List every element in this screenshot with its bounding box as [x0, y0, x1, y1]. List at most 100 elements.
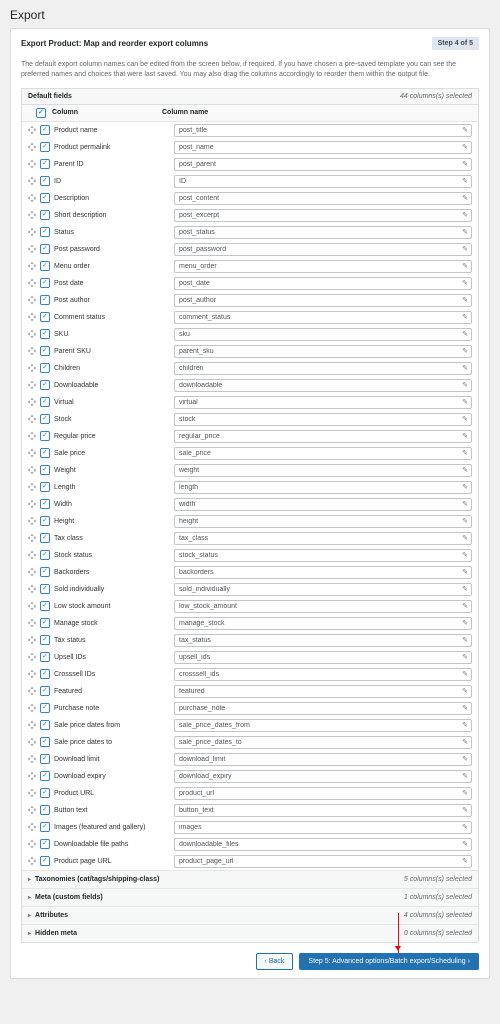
edit-icon[interactable]: ✎ [462, 857, 468, 865]
row-checkbox[interactable] [40, 788, 50, 798]
next-step-button[interactable]: Step 5: Advanced options/Batch export/Sc… [299, 953, 479, 970]
edit-icon[interactable]: ✎ [462, 483, 468, 491]
row-checkbox[interactable] [40, 703, 50, 713]
edit-icon[interactable]: ✎ [462, 228, 468, 236]
edit-icon[interactable]: ✎ [462, 500, 468, 508]
edit-icon[interactable]: ✎ [462, 381, 468, 389]
column-name-input[interactable] [174, 243, 472, 256]
row-checkbox[interactable] [40, 686, 50, 696]
drag-handle-icon[interactable] [28, 585, 36, 593]
edit-icon[interactable]: ✎ [462, 517, 468, 525]
row-checkbox[interactable] [40, 363, 50, 373]
edit-icon[interactable]: ✎ [462, 245, 468, 253]
row-checkbox[interactable] [40, 584, 50, 594]
drag-handle-icon[interactable] [28, 449, 36, 457]
edit-icon[interactable]: ✎ [462, 789, 468, 797]
drag-handle-icon[interactable] [28, 381, 36, 389]
edit-icon[interactable]: ✎ [462, 398, 468, 406]
drag-handle-icon[interactable] [28, 466, 36, 474]
drag-handle-icon[interactable] [28, 551, 36, 559]
drag-handle-icon[interactable] [28, 415, 36, 423]
drag-handle-icon[interactable] [28, 279, 36, 287]
column-name-input[interactable] [174, 668, 472, 681]
accordion-section[interactable]: ▸Meta (custom fields)1 columns(s) select… [22, 888, 478, 906]
row-checkbox[interactable] [40, 465, 50, 475]
edit-icon[interactable]: ✎ [462, 636, 468, 644]
column-name-input[interactable] [174, 736, 472, 749]
column-name-input[interactable] [174, 430, 472, 443]
drag-handle-icon[interactable] [28, 432, 36, 440]
column-name-input[interactable] [174, 600, 472, 613]
column-name-input[interactable] [174, 651, 472, 664]
edit-icon[interactable]: ✎ [462, 840, 468, 848]
row-checkbox[interactable] [40, 142, 50, 152]
drag-handle-icon[interactable] [28, 789, 36, 797]
column-name-input[interactable] [174, 294, 472, 307]
column-name-input[interactable] [174, 855, 472, 868]
column-name-input[interactable] [174, 192, 472, 205]
edit-icon[interactable]: ✎ [462, 415, 468, 423]
column-name-input[interactable] [174, 702, 472, 715]
edit-icon[interactable]: ✎ [462, 449, 468, 457]
drag-handle-icon[interactable] [28, 245, 36, 253]
row-checkbox[interactable] [40, 550, 50, 560]
row-checkbox[interactable] [40, 244, 50, 254]
row-checkbox[interactable] [40, 482, 50, 492]
drag-handle-icon[interactable] [28, 857, 36, 865]
row-checkbox[interactable] [40, 329, 50, 339]
row-checkbox[interactable] [40, 618, 50, 628]
edit-icon[interactable]: ✎ [462, 738, 468, 746]
column-name-input[interactable] [174, 838, 472, 851]
row-checkbox[interactable] [40, 720, 50, 730]
edit-icon[interactable]: ✎ [462, 806, 468, 814]
row-checkbox[interactable] [40, 499, 50, 509]
edit-icon[interactable]: ✎ [462, 160, 468, 168]
drag-handle-icon[interactable] [28, 755, 36, 763]
drag-handle-icon[interactable] [28, 483, 36, 491]
column-name-input[interactable] [174, 260, 472, 273]
edit-icon[interactable]: ✎ [462, 296, 468, 304]
select-all-checkbox[interactable] [36, 108, 46, 118]
edit-icon[interactable]: ✎ [462, 568, 468, 576]
column-name-input[interactable] [174, 396, 472, 409]
row-checkbox[interactable] [40, 397, 50, 407]
row-checkbox[interactable] [40, 856, 50, 866]
edit-icon[interactable]: ✎ [462, 194, 468, 202]
column-name-input[interactable] [174, 549, 472, 562]
row-checkbox[interactable] [40, 210, 50, 220]
edit-icon[interactable]: ✎ [462, 126, 468, 134]
row-checkbox[interactable] [40, 669, 50, 679]
drag-handle-icon[interactable] [28, 534, 36, 542]
column-name-input[interactable] [174, 209, 472, 222]
edit-icon[interactable]: ✎ [462, 279, 468, 287]
column-name-input[interactable] [174, 328, 472, 341]
edit-icon[interactable]: ✎ [462, 755, 468, 763]
column-name-input[interactable] [174, 566, 472, 579]
edit-icon[interactable]: ✎ [462, 364, 468, 372]
edit-icon[interactable]: ✎ [462, 143, 468, 151]
edit-icon[interactable]: ✎ [462, 772, 468, 780]
drag-handle-icon[interactable] [28, 313, 36, 321]
accordion-section[interactable]: ▸Taxonomies (cat/tags/shipping-class)5 c… [22, 870, 478, 888]
row-checkbox[interactable] [40, 312, 50, 322]
column-name-input[interactable] [174, 532, 472, 545]
drag-handle-icon[interactable] [28, 126, 36, 134]
column-name-input[interactable] [174, 226, 472, 239]
accordion-section[interactable]: ▸Attributes4 columns(s) selected [22, 906, 478, 924]
edit-icon[interactable]: ✎ [462, 670, 468, 678]
drag-handle-icon[interactable] [28, 636, 36, 644]
column-name-input[interactable] [174, 124, 472, 137]
drag-handle-icon[interactable] [28, 568, 36, 576]
row-checkbox[interactable] [40, 176, 50, 186]
row-checkbox[interactable] [40, 278, 50, 288]
row-checkbox[interactable] [40, 380, 50, 390]
edit-icon[interactable]: ✎ [462, 704, 468, 712]
column-name-input[interactable] [174, 770, 472, 783]
column-name-input[interactable] [174, 464, 472, 477]
drag-handle-icon[interactable] [28, 619, 36, 627]
column-name-input[interactable] [174, 311, 472, 324]
column-name-input[interactable] [174, 345, 472, 358]
row-checkbox[interactable] [40, 159, 50, 169]
drag-handle-icon[interactable] [28, 262, 36, 270]
column-name-input[interactable] [174, 787, 472, 800]
